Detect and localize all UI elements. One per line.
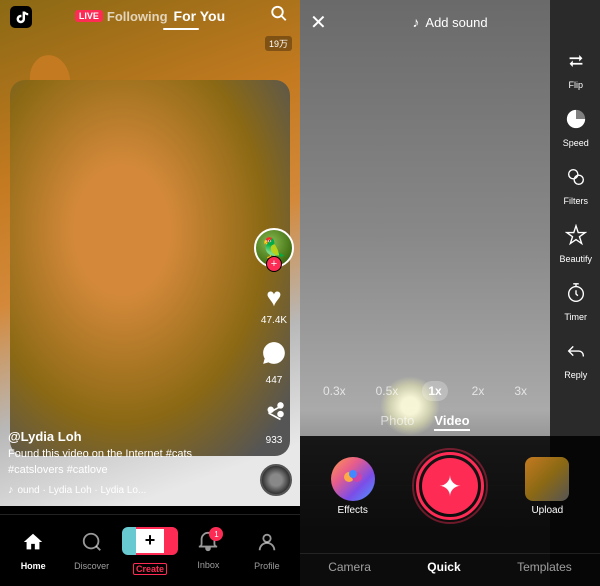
speed-2x[interactable]: 2x <box>466 381 491 401</box>
timer-tool[interactable]: Timer <box>564 282 587 322</box>
effects-avatar-bg <box>331 457 375 501</box>
view-count: 19万 <box>265 36 292 51</box>
speed-3x[interactable]: 3x <box>508 381 533 401</box>
like-count: 47.4K <box>261 315 287 326</box>
home-label: Home <box>21 561 46 571</box>
create-label: Create <box>133 563 167 575</box>
bottom-nav: Home Discover + Create <box>0 514 300 586</box>
for-you-tab[interactable]: For You <box>174 8 226 24</box>
upload-label: Upload <box>531 505 563 516</box>
comment-action[interactable]: 447 <box>261 340 287 386</box>
inbox-badge: 1 <box>209 527 223 541</box>
create-btn-bg: + <box>128 527 172 555</box>
filters-icon <box>565 166 587 194</box>
speed-tool[interactable]: Speed <box>563 108 589 148</box>
music-text: ound · Lydia Loh · Lydia Lo... <box>18 485 147 496</box>
cat-body <box>10 80 290 456</box>
speed-selector: 0.3x 0.5x 1x 2x 3x <box>300 381 550 401</box>
creator-avatar[interactable]: 🦜 + <box>254 228 294 268</box>
video-tab[interactable]: Video <box>434 413 469 431</box>
upload-button[interactable]: Upload <box>525 457 569 516</box>
share-action[interactable]: 933 <box>261 400 287 446</box>
creator-username[interactable]: @Lydia Loh <box>8 429 240 444</box>
discover-icon <box>81 531 103 559</box>
capture-highlight <box>412 448 488 524</box>
music-note-icon: ♪ <box>8 484 14 496</box>
top-nav: LIVE Following For You <box>0 0 300 32</box>
search-icon[interactable] <box>270 5 288 28</box>
create-button[interactable]: + <box>128 527 172 555</box>
profile-icon <box>256 531 278 559</box>
camera-side-tools: Flip Speed Filters <box>559 50 592 380</box>
inbox-icon-wrap: 1 <box>197 531 219 558</box>
photo-video-tabs: Photo Video <box>300 413 550 431</box>
profile-label: Profile <box>254 561 280 571</box>
heart-icon: ♥ <box>266 282 281 313</box>
camera-tab[interactable]: Camera <box>328 560 371 574</box>
speed-1x[interactable]: 1x <box>422 381 447 401</box>
filters-label: Filters <box>563 196 588 206</box>
right-panel: ✕ ♪ Add sound Flip Speed <box>300 0 600 586</box>
home-icon <box>22 531 44 559</box>
plus-icon: + <box>145 530 156 551</box>
effects-label: Effects <box>337 505 367 516</box>
effects-icon <box>331 457 375 501</box>
speed-icon <box>565 108 587 136</box>
reply-tool[interactable]: Reply <box>564 340 587 380</box>
comment-icon <box>261 340 287 373</box>
capture-button[interactable]: ✦ <box>416 452 484 520</box>
camera-tools-row: Effects ✦ Upload <box>300 436 600 528</box>
video-info: @Lydia Loh Found this video on the Inter… <box>8 429 240 496</box>
flip-icon <box>565 50 587 78</box>
home-nav-item[interactable]: Home <box>4 531 62 571</box>
reply-label: Reply <box>564 370 587 380</box>
create-nav-item[interactable]: + Create <box>121 527 179 575</box>
reply-icon <box>565 340 587 368</box>
music-note-icon: ♪ <box>412 14 419 30</box>
tiktok-logo <box>10 6 32 28</box>
speed-label: Speed <box>563 138 589 148</box>
effects-button[interactable]: Effects <box>331 457 375 516</box>
discover-label: Discover <box>74 561 109 571</box>
following-tab[interactable]: Following <box>107 9 168 24</box>
live-badge: LIVE <box>75 10 103 22</box>
camera-bottom: Effects ✦ Upload Camera Quick Templat <box>300 436 600 586</box>
flip-tool[interactable]: Flip <box>565 50 587 90</box>
discover-nav-item[interactable]: Discover <box>62 531 120 571</box>
tab-underline <box>163 28 199 30</box>
left-panel: LIVE Following For You 19万 🦜 + ♥ 47.4K <box>0 0 300 586</box>
follow-button[interactable]: + <box>266 256 282 272</box>
sound-disc <box>260 464 292 496</box>
add-sound-label: Add sound <box>425 15 487 30</box>
camera-top-bar: ✕ ♪ Add sound <box>300 0 600 44</box>
profile-nav-item[interactable]: Profile <box>238 531 296 571</box>
beautify-label: Beautify <box>559 254 592 264</box>
filters-tool[interactable]: Filters <box>563 166 588 206</box>
timer-label: Timer <box>564 312 587 322</box>
add-sound-row[interactable]: ♪ Add sound <box>412 14 487 30</box>
speed-0.3x[interactable]: 0.3x <box>317 381 352 401</box>
photo-tab[interactable]: Photo <box>380 413 414 431</box>
inbox-label: Inbox <box>197 560 219 570</box>
templates-tab[interactable]: Templates <box>517 560 572 574</box>
video-caption: Found this video on the Internet #cats #… <box>8 447 240 478</box>
music-row: ♪ ound · Lydia Loh · Lydia Lo... <box>8 484 240 496</box>
share-icon <box>261 400 287 433</box>
speed-0.5x[interactable]: 0.5x <box>370 381 405 401</box>
beautify-tool[interactable]: Beautify <box>559 224 592 264</box>
like-action[interactable]: ♥ 47.4K <box>261 282 287 326</box>
upload-icon <box>525 457 569 501</box>
mode-tabs: Camera Quick Templates <box>300 553 600 586</box>
quick-tab[interactable]: Quick <box>427 560 460 574</box>
close-button[interactable]: ✕ <box>310 10 327 35</box>
side-actions: 🦜 + ♥ 47.4K 447 933 <box>254 228 294 446</box>
flip-label: Flip <box>568 80 583 90</box>
share-count: 933 <box>266 435 283 446</box>
inbox-nav-item[interactable]: 1 Inbox <box>179 531 237 570</box>
comment-count: 447 <box>266 375 283 386</box>
timer-icon <box>565 282 587 310</box>
beautify-icon <box>565 224 587 252</box>
